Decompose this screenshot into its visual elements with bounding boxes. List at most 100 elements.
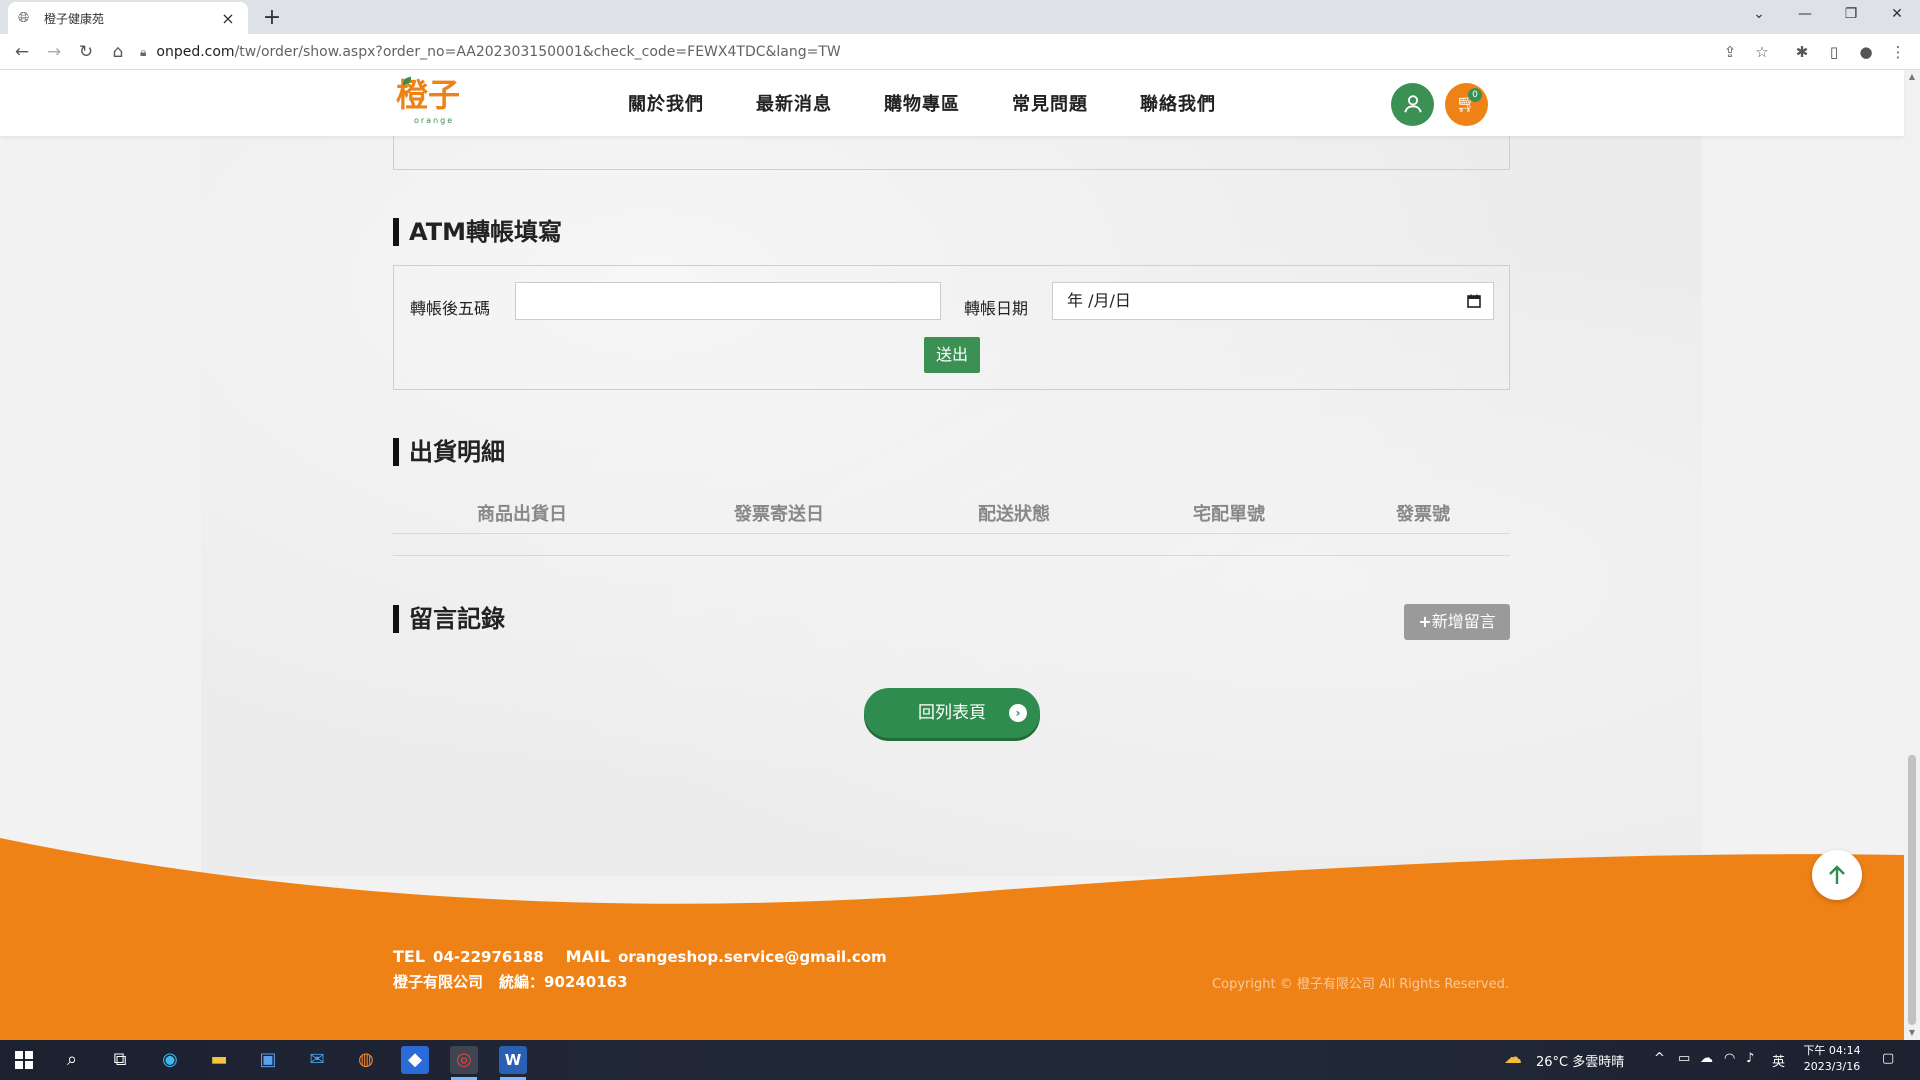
wifi-icon[interactable]: ◠	[1724, 1051, 1735, 1066]
tax-label: 統編：	[499, 973, 545, 991]
calendar-icon[interactable]	[1467, 283, 1481, 321]
site-logo[interactable]: 橙子 orange	[396, 76, 462, 130]
atm-section-title: ATM轉帳填寫	[393, 218, 562, 246]
chrome-icon[interactable]: ◎	[450, 1046, 478, 1074]
close-window-button[interactable]: ✕	[1874, 0, 1920, 30]
globe-icon: 🌐︎	[18, 10, 30, 26]
new-tab-button[interactable]: +	[258, 4, 286, 32]
atm-form: 轉帳後五碼 轉帳日期 年 /月/日 送出	[393, 265, 1510, 390]
tray-chevron-icon[interactable]: ^	[1654, 1051, 1665, 1066]
company-name: 橙子有限公司	[393, 973, 484, 991]
member-user-icon[interactable]	[1391, 83, 1434, 126]
copyright: Copyright © 橙子有限公司 All Rights Reserved.	[1212, 977, 1509, 992]
tel-value: 04-22976188	[433, 948, 544, 966]
nav-shop[interactable]: 購物專區	[884, 90, 960, 116]
nav-news[interactable]: 最新消息	[756, 90, 832, 116]
nav-faq[interactable]: 常見問題	[1012, 90, 1088, 116]
onedrive-icon[interactable]: ☁	[1700, 1051, 1713, 1066]
cart-count-badge: 0	[1468, 88, 1482, 102]
col-invoice-send-date: 發票寄送日	[734, 504, 824, 525]
profile-icon[interactable]: ●	[1852, 38, 1880, 66]
last5-input[interactable]	[515, 282, 941, 320]
calendar-glyph	[1467, 294, 1481, 308]
windows-start-icon[interactable]	[10, 1046, 38, 1074]
col-ship-date: 商品出貨日	[477, 504, 567, 525]
previous-section-box	[393, 136, 1510, 170]
minimize-button[interactable]: —	[1782, 0, 1828, 30]
footer-wave	[0, 838, 1904, 1040]
clock-time: 下午 04:14	[1803, 1044, 1861, 1057]
col-invoice-number: 發票號	[1396, 504, 1450, 525]
word-icon[interactable]: W	[499, 1046, 527, 1074]
address-bar-row: ← → ↻ ⌂ 🔒︎ onped.com/tw/order/show.aspx?…	[0, 34, 1920, 70]
add-message-button[interactable]: +新增留言	[1404, 604, 1510, 640]
forward-icon[interactable]: →	[40, 38, 68, 66]
cart-icon[interactable]: 🛒︎	[1445, 83, 1488, 126]
mail-icon[interactable]: ✉	[303, 1046, 331, 1074]
back-to-list-label: 回列表頁	[918, 703, 986, 723]
scroll-up-icon[interactable]: ▲	[1904, 70, 1920, 84]
nav-contact[interactable]: 聯絡我們	[1140, 90, 1216, 116]
back-icon[interactable]: ←	[8, 38, 36, 66]
browser-tab-strip: 🌐︎ 橙子健康苑 × + ⌄ — ❐ ✕	[0, 0, 1920, 34]
chevron-right-icon: ›	[1009, 704, 1027, 722]
dropbox-icon[interactable]: ◆	[401, 1046, 429, 1074]
shipping-section-title: 出貨明細	[393, 438, 505, 466]
restore-button[interactable]: ❐	[1828, 0, 1874, 30]
task-view-icon[interactable]: ⧉	[106, 1046, 134, 1074]
mail-label: MAIL	[565, 947, 611, 966]
submit-button[interactable]: 送出	[924, 337, 980, 373]
arrow-up-icon	[1829, 865, 1845, 884]
browser-tab[interactable]: 🌐︎ 橙子健康苑 ×	[8, 2, 248, 34]
transfer-date-label: 轉帳日期	[964, 299, 1029, 318]
date-placeholder: 年 /月/日	[1067, 291, 1131, 310]
site-footer: TEL 04-22976188 MAIL orangeshop.service@gma…	[0, 830, 1904, 1040]
url-field[interactable]: 🔒︎ onped.com/tw/order/show.aspx?order_no…	[140, 39, 1700, 65]
transfer-date-input[interactable]: 年 /月/日	[1052, 282, 1494, 320]
last5-label: 轉帳後五碼	[410, 299, 491, 318]
share-icon[interactable]: ⇪	[1716, 38, 1744, 66]
nav-about[interactable]: 關於我們	[628, 90, 704, 116]
ime-indicator[interactable]: 英	[1772, 1051, 1785, 1070]
edge-icon[interactable]: ◉	[156, 1046, 184, 1074]
bookmark-star-icon[interactable]: ☆	[1748, 38, 1776, 66]
store-icon[interactable]: ▣	[254, 1046, 282, 1074]
shipping-table-header: 商品出貨日 發票寄送日 配送狀態 宅配單號 發票號	[393, 492, 1510, 534]
reload-icon[interactable]: ↻	[72, 38, 100, 66]
logo-subtext: orange	[414, 116, 455, 125]
site-header: 橙子 orange 關於我們 最新消息 購物專區 常見問題 聯絡我們 🛒︎ 0	[0, 70, 1904, 136]
back-to-list-button[interactable]: 回列表頁 ›	[864, 688, 1040, 738]
url-host: onped.com	[156, 44, 235, 60]
mail-value[interactable]: orangeshop.service@gmail.com	[618, 948, 887, 966]
windows-taskbar: ⌕ ⧉ ◉ ▬ ▣ ✉ ◍ ◆ ◎ W ☁ 26°C 多雲時晴 ^ ▭ ☁ ◠ …	[0, 1040, 1920, 1080]
side-panel-icon[interactable]: ▯	[1820, 38, 1848, 66]
add-message-label: 新增留言	[1431, 612, 1496, 631]
footer-company: 橙子有限公司 統編：90240163	[393, 971, 628, 992]
weather-icon: ☁	[1504, 1047, 1522, 1068]
volume-icon[interactable]: ♪	[1746, 1051, 1754, 1066]
search-icon[interactable]: ⌕	[58, 1046, 86, 1074]
file-explorer-icon[interactable]: ▬	[205, 1046, 233, 1074]
scroll-down-icon[interactable]: ▼	[1904, 1026, 1920, 1040]
col-tracking-number: 宅配單號	[1193, 504, 1265, 525]
messages-section-title: 留言記錄	[393, 605, 505, 633]
scrollbar-thumb[interactable]	[1908, 755, 1916, 1025]
tab-search-icon[interactable]: ⌄	[1736, 0, 1782, 30]
shipping-divider	[393, 555, 1510, 556]
user-glyph	[1403, 95, 1422, 113]
firefox-icon[interactable]: ◍	[352, 1046, 380, 1074]
extensions-icon[interactable]: ✱	[1788, 38, 1816, 66]
clock-date: 2023/3/16	[1803, 1060, 1861, 1073]
meet-icon[interactable]: ▭	[1678, 1051, 1690, 1066]
tab-title: 橙子健康苑	[44, 11, 105, 26]
system-clock[interactable]: 下午 04:14 2023/3/16	[1800, 1043, 1864, 1075]
home-icon[interactable]: ⌂	[104, 38, 132, 66]
close-tab-icon[interactable]: ×	[218, 9, 238, 28]
weather-text[interactable]: 26°C 多雲時晴	[1536, 1051, 1624, 1070]
back-to-top-button[interactable]	[1812, 850, 1862, 900]
notification-icon[interactable]: ▢	[1882, 1051, 1894, 1066]
lock-icon: 🔒︎	[140, 44, 147, 59]
page-scrollbar[interactable]: ▲ ▼	[1904, 70, 1920, 1040]
plus-icon: +	[1418, 612, 1432, 631]
menu-kebab-icon[interactable]: ⋮	[1884, 38, 1912, 66]
